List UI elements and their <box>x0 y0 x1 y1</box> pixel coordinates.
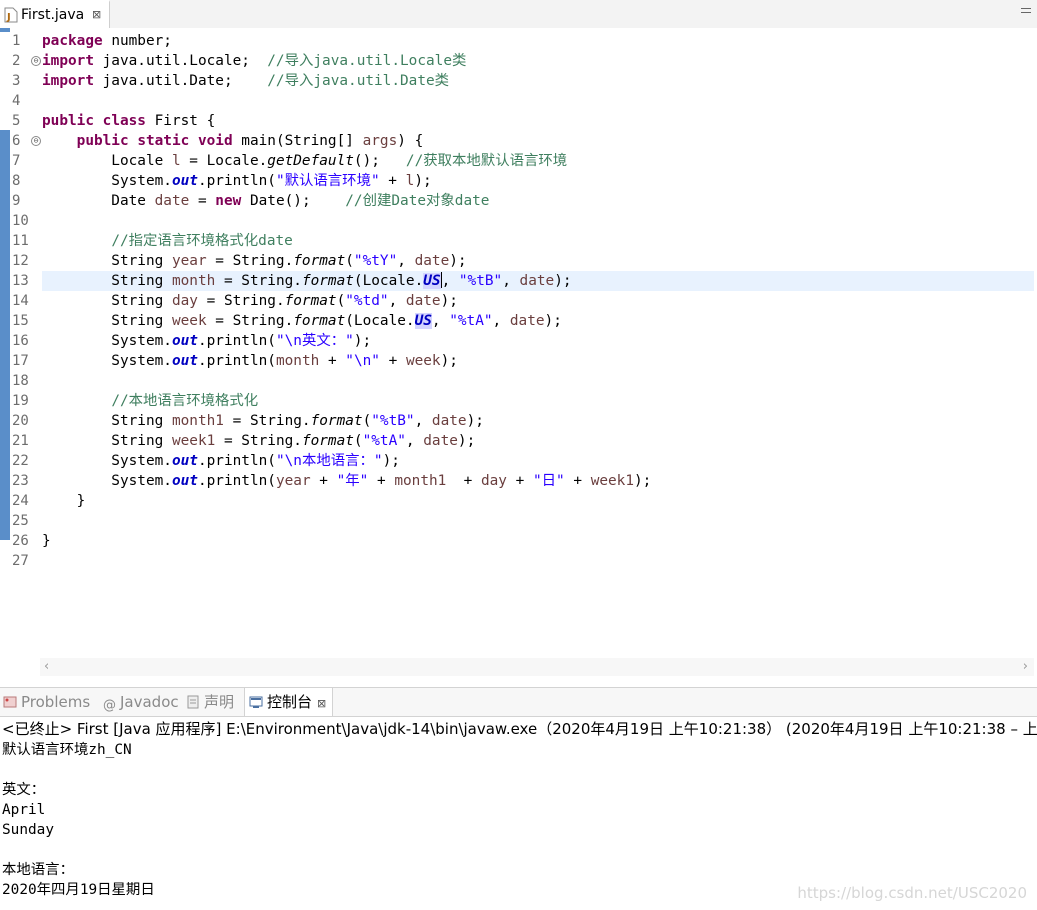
code-line-19: //本地语言环境格式化 <box>111 393 259 409</box>
editor-tab-first-java[interactable]: J First.java ⊠ <box>0 0 110 28</box>
console-line: 本地语言： <box>2 862 74 878</box>
code-area[interactable]: package number; import java.util.Locale;… <box>42 31 1034 571</box>
line-number: 25 <box>12 513 29 529</box>
code-line-8: System.out.println("默认语言环境" + l); <box>42 173 432 189</box>
line-number: 21 <box>12 433 29 449</box>
code-line-23: System.out.println(year + "年" + month1 +… <box>42 473 652 489</box>
code-line-20: String month1 = String.format("%tB", dat… <box>42 413 484 429</box>
tab-declaration-label: 声明 <box>204 693 235 711</box>
code-line-2: import java.util.Locale; //导入java.util.L… <box>42 53 467 69</box>
close-icon[interactable]: ⊠ <box>317 697 326 710</box>
scroll-right-icon[interactable]: › <box>1023 658 1028 676</box>
line-number: 13 <box>12 273 29 289</box>
code-line-22: System.out.println("\n本地语言："); <box>42 453 400 469</box>
line-number: 8 <box>12 173 21 189</box>
line-number: 15 <box>12 313 29 329</box>
console-status: <已终止> First [Java 应用程序] E:\Environment\J… <box>2 720 1037 738</box>
code-line-5: public class First { <box>42 113 216 129</box>
line-number: 1 <box>12 33 21 49</box>
change-marker <box>0 130 10 540</box>
line-number: 18 <box>12 373 29 389</box>
code-line-3: import java.util.Date; //导入java.util.Dat… <box>42 73 450 89</box>
console-line: 英文： <box>2 782 46 798</box>
close-icon[interactable]: ⊠ <box>92 2 101 28</box>
line-number: 4 <box>12 93 21 109</box>
panel-tab-bar: Problems @ Javadoc 声明 控制台 ⊠ <box>0 687 1037 717</box>
code-line-14: String day = String.format("%td", date); <box>42 293 458 309</box>
line-number: 14 <box>12 293 29 309</box>
line-number: 5 <box>12 113 21 129</box>
line-number: 6 ⊖ <box>10 131 42 151</box>
line-number-column: 1 2 ⊖ 3 4 5 6 ⊖ 7 8 9 10 11 12 13 14 15 16 17 18 19 20 21 22 23 2… <box>10 31 42 571</box>
code-line-24: } <box>42 493 86 509</box>
line-number: 10 <box>12 213 29 229</box>
tab-declaration[interactable]: 声明 <box>186 688 234 716</box>
tab-javadoc-label: Javadoc <box>120 693 179 711</box>
line-number: 2 ⊖ <box>10 51 42 71</box>
code-line-12: String year = String.format("%tY", date)… <box>42 253 467 269</box>
at-icon: @ <box>103 698 116 713</box>
tab-problems-label: Problems <box>21 693 91 711</box>
line-number: 26 <box>12 533 29 549</box>
fold-toggle-icon[interactable]: ⊖ <box>31 136 41 146</box>
tab-console[interactable]: 控制台 ⊠ <box>244 688 334 716</box>
declaration-icon <box>187 695 199 709</box>
line-number: 23 <box>12 473 29 489</box>
code-line-17: System.out.println(month + "\n" + week); <box>42 353 458 369</box>
code-line-15: String week = String.format(Locale.US, "… <box>42 313 562 329</box>
tab-javadoc[interactable]: @ Javadoc <box>103 688 179 716</box>
code-line-13-current: String month = String.format(Locale.US, … <box>42 271 1034 291</box>
fold-toggle-icon[interactable]: ⊖ <box>31 56 41 66</box>
line-number: 7 <box>12 153 21 169</box>
line-number: 19 <box>12 393 29 409</box>
change-marker <box>0 28 10 32</box>
console-line: April <box>2 802 46 818</box>
code-editor[interactable]: 1 2 ⊖ 3 4 5 6 ⊖ 7 8 9 10 11 12 13 14 15 16 17 18 19 20 21 22 23 2… <box>0 28 1037 660</box>
code-line-16: System.out.println("\n英文："); <box>42 333 372 349</box>
minimize-icon[interactable] <box>1021 8 1031 13</box>
console-output[interactable]: 默认语言环境zh_CN 英文： April Sunday 本地语言： 2020年四月19日… <box>2 740 1002 900</box>
svg-text:J: J <box>6 12 11 23</box>
line-number: 9 <box>12 193 21 209</box>
line-number: 27 <box>12 553 29 569</box>
tab-console-label: 控制台 <box>267 693 313 711</box>
problems-icon <box>3 696 17 708</box>
line-number: 17 <box>12 353 29 369</box>
tab-problems[interactable]: Problems <box>3 688 90 716</box>
line-number: 3 <box>12 73 21 89</box>
code-line-1: package number; <box>42 33 172 49</box>
watermark: https://blog.csdn.net/USC2020 <box>797 884 1027 902</box>
horizontal-scrollbar[interactable]: ‹ › <box>40 658 1034 676</box>
console-line: Sunday <box>2 822 54 838</box>
code-line-26: } <box>42 533 51 549</box>
code-line-9: Date date = new Date(); //创建Date对象date <box>42 193 490 209</box>
line-number: 16 <box>12 333 29 349</box>
code-line-21: String week1 = String.format("%tA", date… <box>42 433 476 449</box>
editor-tab-bar: J First.java ⊠ <box>0 0 1037 29</box>
scroll-left-icon[interactable]: ‹ <box>44 658 49 676</box>
console-line: 默认语言环境zh_CN <box>2 742 132 758</box>
editor-tab-label: First.java <box>21 7 85 23</box>
console-icon <box>249 696 263 708</box>
line-number: 20 <box>12 413 29 429</box>
code-line-11: //指定语言环境格式化date <box>111 233 293 249</box>
line-number: 22 <box>12 453 29 469</box>
code-line-6: public static void main(String[] args) { <box>76 133 424 149</box>
java-file-icon: J <box>4 7 18 23</box>
line-number: 11 <box>12 233 29 249</box>
line-number: 24 <box>12 493 29 509</box>
line-number: 12 <box>12 253 29 269</box>
code-line-7: Locale l = Locale.getDefault(); //获取本地默认… <box>42 153 568 169</box>
